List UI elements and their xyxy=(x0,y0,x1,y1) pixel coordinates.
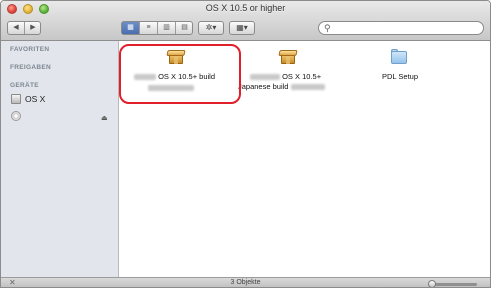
list-icon: ≡ xyxy=(146,24,151,31)
title-bar: OS X 10.5 or higher ◀ ▶ ▦ ≡ ▥ ▤ ✲▾ ▦▾ ⚲ xyxy=(1,1,490,41)
folder-icon xyxy=(390,48,408,64)
search-icon: ⚲ xyxy=(324,23,331,33)
icon-grid-icon: ▦ xyxy=(127,24,134,31)
eject-icon[interactable]: ⏏ xyxy=(101,114,108,122)
status-bar: ✕ 3 Objekte xyxy=(1,277,490,287)
back-arrow-icon: ◀ xyxy=(13,24,19,31)
view-mode-control: ▦ ≡ ▥ ▤ xyxy=(121,21,193,35)
search-field[interactable]: ⚲ xyxy=(318,21,484,35)
sidebar-heading-favorites[interactable]: FAVORITEN xyxy=(10,46,49,53)
arrange-grid-icon: ▦ xyxy=(236,23,244,32)
sidebar-heading-devices[interactable]: GERÄTE xyxy=(10,82,39,89)
list-view-button[interactable]: ≡ xyxy=(140,22,158,34)
sidebar-item-label: OS X xyxy=(25,94,46,104)
chevron-down-icon: ▾ xyxy=(212,23,217,32)
redacted-text xyxy=(290,84,325,91)
window-title: OS X 10.5 or higher xyxy=(205,3,286,13)
column-view-button[interactable]: ▥ xyxy=(158,22,176,34)
cover-flow-button[interactable]: ▤ xyxy=(176,22,193,34)
back-forward-control: ◀ ▶ xyxy=(7,21,41,35)
redacted-text xyxy=(250,74,280,81)
icon-size-slider-knob[interactable] xyxy=(428,280,436,287)
cover-flow-icon: ▤ xyxy=(181,24,188,31)
chevron-down-icon: ▾ xyxy=(243,23,248,32)
columns-icon: ▥ xyxy=(163,24,170,31)
file-subname: Japanese build xyxy=(238,82,289,91)
forward-button[interactable]: ▶ xyxy=(25,22,41,34)
arrange-menu-button[interactable]: ▦▾ xyxy=(229,21,255,35)
action-menu-button[interactable]: ✲▾ xyxy=(198,21,224,35)
icon-view-button[interactable]: ▦ xyxy=(122,22,140,34)
file-name: OS X 10.5+ xyxy=(282,72,322,81)
item-count: 3 Objekte xyxy=(230,279,261,286)
file-name: PDL Setup xyxy=(382,72,418,81)
forward-arrow-icon: ▶ xyxy=(30,24,36,31)
icon-size-slider[interactable] xyxy=(433,283,477,286)
package-icon xyxy=(278,49,298,65)
finder-window: OS X 10.5 or higher ◀ ▶ ▦ ≡ ▥ ▤ ✲▾ ▦▾ ⚲ … xyxy=(0,0,491,288)
selection-highlight-annotation xyxy=(119,44,241,104)
sidebar: FAVORITEN FREIGABEN GERÄTE OS X ⏏ xyxy=(1,41,119,277)
optical-disc-icon xyxy=(11,111,21,121)
back-button[interactable]: ◀ xyxy=(8,22,25,34)
sidebar-heading-shared[interactable]: FREIGABEN xyxy=(10,64,51,71)
hard-disk-icon xyxy=(11,94,21,104)
